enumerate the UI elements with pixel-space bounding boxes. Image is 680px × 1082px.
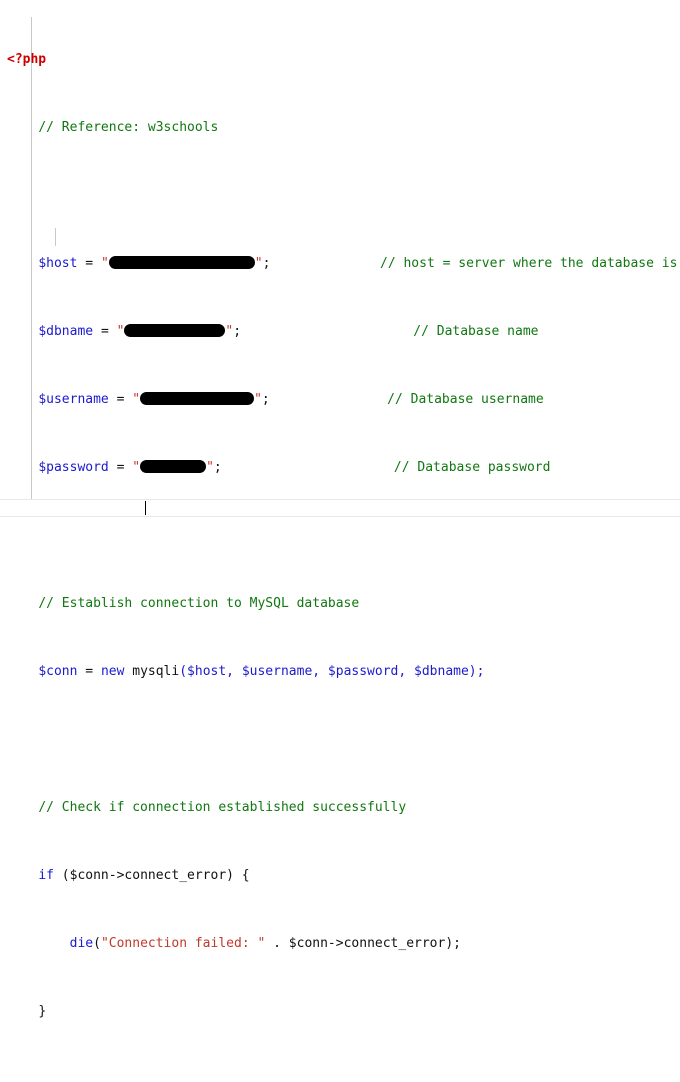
code-line-7[interactable]: $password = " "; // Database password bbox=[0, 459, 680, 476]
redaction-username-value bbox=[140, 392, 255, 405]
variable-conn: $conn bbox=[38, 664, 78, 679]
assign-op: = bbox=[85, 664, 94, 679]
quote-open: " bbox=[132, 460, 141, 475]
code-line-8[interactable] bbox=[0, 527, 680, 544]
assign-op: = bbox=[116, 460, 125, 475]
code-line-13[interactable]: if ($conn->connect_error) { bbox=[0, 867, 680, 884]
code-line-11[interactable] bbox=[0, 731, 680, 748]
keyword-new: new bbox=[100, 664, 125, 679]
die-tail-expression: $conn->connect_error); bbox=[288, 936, 461, 951]
assign-op: = bbox=[116, 392, 125, 407]
concat-op: . bbox=[273, 936, 281, 951]
comment-password: // Database password bbox=[393, 460, 551, 475]
code-line-6[interactable]: $username = " "; // Database username bbox=[0, 391, 680, 408]
code-line-5[interactable]: $dbname = " "; // Database name bbox=[0, 323, 680, 340]
code-line-15[interactable]: } bbox=[0, 1003, 680, 1020]
comment-host: // host = server where the database is l… bbox=[380, 256, 678, 271]
variable-dbname: $dbname bbox=[38, 324, 94, 339]
comment-dbname: // Database name bbox=[413, 324, 539, 339]
comment-check: // Check if connection established succe… bbox=[38, 800, 407, 815]
code-editor[interactable]: <?php // Reference: w3schools $host = " "… bbox=[0, 0, 680, 1019]
comment-username: // Database username bbox=[387, 392, 544, 407]
code-line-9[interactable]: // Establish connection to MySQL databas… bbox=[0, 595, 680, 612]
code-content[interactable]: <?php // Reference: w3schools $host = " "… bbox=[0, 0, 680, 1082]
code-line-10[interactable]: $conn = new mysqli($host, $username, $pa… bbox=[0, 663, 680, 680]
mysqli-arguments: ($host, $username, $password, $dbname); bbox=[179, 664, 485, 679]
code-line-16[interactable] bbox=[0, 1071, 680, 1082]
quote-open: " bbox=[100, 256, 109, 271]
semicolon: ; bbox=[233, 324, 242, 339]
keyword-if: if bbox=[38, 868, 54, 883]
variable-username: $username bbox=[38, 392, 109, 407]
php-open-tag: <?php bbox=[7, 52, 47, 67]
quote-open: " bbox=[116, 324, 125, 339]
comment-establish: // Establish connection to MySQL databas… bbox=[38, 596, 360, 611]
comment-reference: // Reference: w3schools bbox=[38, 120, 219, 135]
code-line-2[interactable]: // Reference: w3schools bbox=[0, 119, 680, 136]
function-mysqli: mysqli bbox=[132, 664, 180, 679]
keyword-die: die bbox=[69, 936, 94, 951]
variable-password: $password bbox=[38, 460, 109, 475]
code-line-3[interactable] bbox=[0, 187, 680, 204]
code-line-4[interactable]: $host = " "; // host = server where the d… bbox=[0, 255, 680, 272]
assign-op: = bbox=[85, 256, 94, 271]
if-condition: ($conn->connect_error) { bbox=[61, 868, 250, 883]
quote-close: " bbox=[254, 392, 262, 407]
die-message-string: "Connection failed: " bbox=[100, 936, 266, 951]
semicolon: ; bbox=[261, 392, 270, 407]
code-line-12[interactable]: // Check if connection established succe… bbox=[0, 799, 680, 816]
code-line-1[interactable]: <?php bbox=[0, 51, 680, 68]
redaction-host-value bbox=[108, 256, 255, 269]
variable-host: $host bbox=[38, 256, 78, 271]
quote-close: " bbox=[206, 460, 214, 475]
quote-open: " bbox=[132, 392, 141, 407]
semicolon: ; bbox=[262, 256, 271, 271]
semicolon: ; bbox=[213, 460, 222, 475]
assign-op: = bbox=[100, 324, 109, 339]
closing-brace: } bbox=[38, 1004, 47, 1019]
quote-close: " bbox=[254, 256, 263, 271]
redaction-password-value bbox=[140, 460, 207, 473]
code-line-14[interactable]: die("Connection failed: " . $conn->conne… bbox=[0, 935, 680, 952]
redaction-dbname-value bbox=[124, 324, 226, 337]
text-caret bbox=[145, 501, 146, 515]
